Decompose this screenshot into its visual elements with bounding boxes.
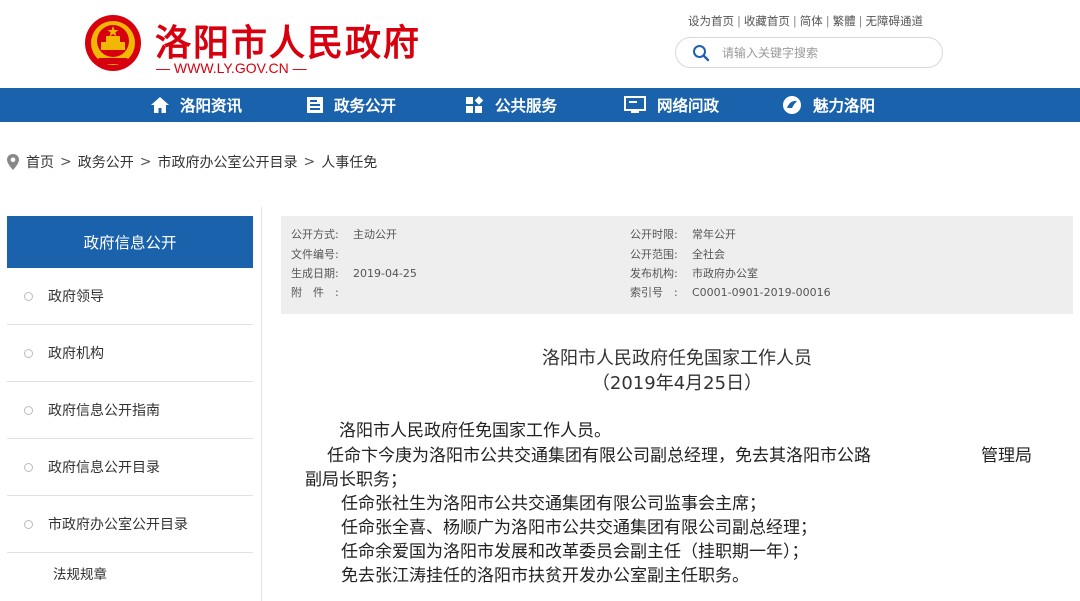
document-paragraph: 管理局 — [981, 446, 1032, 466]
meta-disclosure-period: 公开时限: 常年公开 — [630, 228, 736, 241]
sidebar-item-disclosure-catalog[interactable]: 政府信息公开目录 — [7, 439, 253, 496]
site-url: — WWW.LY.GOV.CN — — [156, 60, 307, 76]
bookmark-link[interactable]: 收藏首页 — [744, 14, 790, 28]
site-header: 洛阳市人民政府 — WWW.LY.GOV.CN — 设为首页 | 收藏首页 | 简体 | 繁… — [0, 0, 1080, 88]
bullet-icon — [24, 348, 33, 358]
document-paragraph: 任命余爱国为洛阳市发展和改革委员会副主任（挂职期一年）； — [341, 542, 809, 562]
set-homepage-link[interactable]: 设为首页 — [688, 14, 734, 28]
sidebar-item-disclosure-guide[interactable]: 政府信息公开指南 — [7, 382, 253, 439]
meta-index-number: 索引号 : C0001-0901-2019-00016 — [630, 286, 831, 299]
sidebar-item-label: 政府信息公开指南 — [48, 403, 160, 419]
meta-disclosure-method: 公开方式: 主动公开 — [291, 228, 397, 241]
document-paragraph: 任命张社生为洛阳市公共交通集团有限公司监事会主席； — [341, 494, 766, 514]
document-paragraph: 副局长职务； — [305, 470, 407, 490]
nav-item-public-services[interactable]: 公共服务 — [465, 88, 557, 122]
nav-item-label: 政务公开 — [334, 97, 397, 115]
document-paragraph: 任命卞今庚为洛阳市公共交通集团有限公司副总经理，免去其洛阳市公路 — [327, 446, 871, 466]
nav-item-label: 洛阳资讯 — [180, 97, 243, 115]
document-date: （2019年4月25日） — [591, 373, 763, 394]
document-paragraph: 任命张全喜、杨顺广为洛阳市公共交通集团有限公司副总经理； — [341, 518, 817, 538]
breadcrumb-personnel[interactable]: 人事任免 — [321, 152, 377, 172]
monitor-icon — [624, 96, 646, 113]
sidebar-title[interactable]: 政府信息公开 — [7, 216, 253, 268]
national-emblem-icon — [85, 15, 141, 71]
nav-item-label: 公共服务 — [495, 97, 558, 115]
breadcrumb-separator: > — [303, 154, 316, 170]
sidebar-item-label: 政府机构 — [48, 346, 104, 362]
sidebar-item-office-catalog[interactable]: 市政府办公室公开目录 — [7, 496, 253, 553]
breadcrumb-separator: > — [60, 154, 72, 170]
breadcrumb-government-affairs[interactable]: 政务公开 — [78, 152, 134, 172]
services-icon — [466, 96, 484, 113]
leaf-icon — [783, 96, 801, 114]
nav-item-label: 魅力洛阳 — [813, 97, 876, 115]
search-input[interactable] — [722, 43, 932, 63]
nav-item-online-inquiry[interactable]: 网络问政 — [623, 88, 719, 122]
breadcrumb-home[interactable]: 首页 — [26, 152, 54, 172]
meta-publisher: 发布机构: 市政府办公室 — [630, 267, 758, 280]
location-pin-icon — [7, 154, 19, 170]
meta-document-number: 文件编号: — [291, 248, 339, 261]
bullet-icon — [24, 291, 33, 301]
breadcrumb-office-catalog[interactable]: 市政府办公室公开目录 — [157, 152, 297, 172]
meta-attachment: 附 件 : — [291, 286, 339, 299]
document-title: 洛阳市人民政府任免国家工作人员 — [542, 348, 812, 369]
bullet-icon — [24, 462, 33, 472]
nav-item-government-affairs[interactable]: 政务公开 — [306, 88, 396, 122]
top-links: 设为首页 | 收藏首页 | 简体 | 繁體 | 无障碍通道 — [688, 14, 924, 28]
nav-item-label: 网络问政 — [657, 97, 720, 115]
accessibility-link[interactable]: 无障碍通道 — [866, 14, 924, 28]
simplified-chinese-link[interactable]: 简体 — [800, 14, 823, 28]
meta-disclosure-scope: 公开范围: 全社会 — [630, 248, 725, 261]
sidebar-item-label: 政府领导 — [48, 289, 104, 305]
main-nav: 洛阳资讯 政务公开 公共服务 网络问政 魅力洛阳 — [0, 88, 1080, 122]
sidebar-item-label: 市政府办公室公开目录 — [48, 517, 188, 533]
meta-generation-date: 生成日期: 2019-04-25 — [291, 267, 417, 280]
sidebar-item-label: 政府信息公开目录 — [48, 460, 160, 476]
document-paragraph: 洛阳市人民政府任免国家工作人员。 — [339, 421, 611, 441]
traditional-chinese-link[interactable]: 繁體 — [833, 14, 856, 28]
breadcrumb-separator: > — [139, 154, 152, 170]
document-icon — [307, 97, 323, 113]
nav-item-charm-luoyang[interactable]: 魅力洛阳 — [781, 88, 875, 122]
sidebar-subitem-regulations[interactable]: 法规规章 — [7, 553, 253, 593]
column-divider — [261, 207, 262, 601]
bullet-icon — [24, 405, 33, 415]
document-metadata: 公开方式: 主动公开 文件编号: 生成日期: 2019-04-25 附 件 : 公开… — [281, 216, 1073, 314]
sidebar-item-government-agencies[interactable]: 政府机构 — [7, 325, 253, 382]
breadcrumb: 首页 > 政务公开 > 市政府办公室公开目录 > 人事任免 — [6, 152, 377, 172]
home-icon — [151, 97, 169, 113]
search-icon[interactable] — [692, 44, 710, 62]
nav-item-luoyang-news[interactable]: 洛阳资讯 — [150, 88, 242, 122]
sidebar: 政府信息公开 政府领导 政府机构 政府信息公开指南 政府信息公开目录 市政府办公… — [7, 216, 253, 593]
document-paragraph: 免去张江涛挂任的洛阳市扶贫开发办公室副主任职务。 — [341, 566, 749, 586]
sidebar-item-government-leaders[interactable]: 政府领导 — [7, 268, 253, 325]
bullet-icon — [24, 519, 33, 529]
site-title[interactable]: 洛阳市人民政府 — [155, 14, 421, 66]
search-box[interactable] — [675, 37, 943, 68]
